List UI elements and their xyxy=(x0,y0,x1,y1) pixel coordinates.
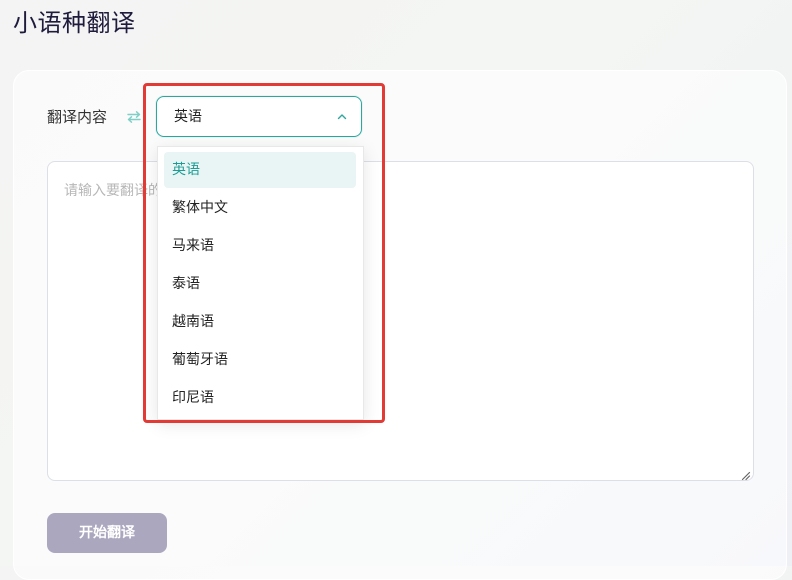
resize-handle-icon[interactable] xyxy=(739,466,751,481)
dropdown-item-thai[interactable]: 泰语 xyxy=(164,266,356,302)
translation-textarea-wrapper xyxy=(47,161,754,481)
dropdown-item-indonesian[interactable]: 印尼语 xyxy=(164,380,356,416)
dropdown-item-label: 印尼语 xyxy=(172,390,214,406)
translation-content-label: 翻译内容 xyxy=(47,108,108,126)
dropdown-item-label: 马来语 xyxy=(172,238,214,254)
chevron-up-icon xyxy=(336,108,348,120)
dropdown-item-label: 葡萄牙语 xyxy=(172,352,228,368)
dropdown-item-traditional-chinese[interactable]: 繁体中文 xyxy=(164,190,356,226)
swap-icon[interactable] xyxy=(124,107,144,127)
language-select-value: 英语 xyxy=(174,109,202,125)
dropdown-item-malay[interactable]: 马来语 xyxy=(164,228,356,264)
dropdown-item-label: 越南语 xyxy=(172,314,214,330)
language-dropdown: 英语 繁体中文 马来语 泰语 越南语 葡萄牙语 印尼语 xyxy=(157,146,364,420)
translation-textarea[interactable] xyxy=(48,162,753,480)
dropdown-item-label: 繁体中文 xyxy=(172,200,228,216)
language-select[interactable]: 英语 xyxy=(156,96,362,137)
dropdown-item-english[interactable]: 英语 xyxy=(164,152,356,188)
dropdown-item-label: 英语 xyxy=(172,162,200,178)
dropdown-item-vietnamese[interactable]: 越南语 xyxy=(164,304,356,340)
dropdown-item-portuguese[interactable]: 葡萄牙语 xyxy=(164,342,356,378)
start-translation-button[interactable]: 开始翻译 xyxy=(47,513,167,553)
dropdown-item-label: 泰语 xyxy=(172,276,200,292)
page-title: 小语种翻译 xyxy=(13,9,136,37)
